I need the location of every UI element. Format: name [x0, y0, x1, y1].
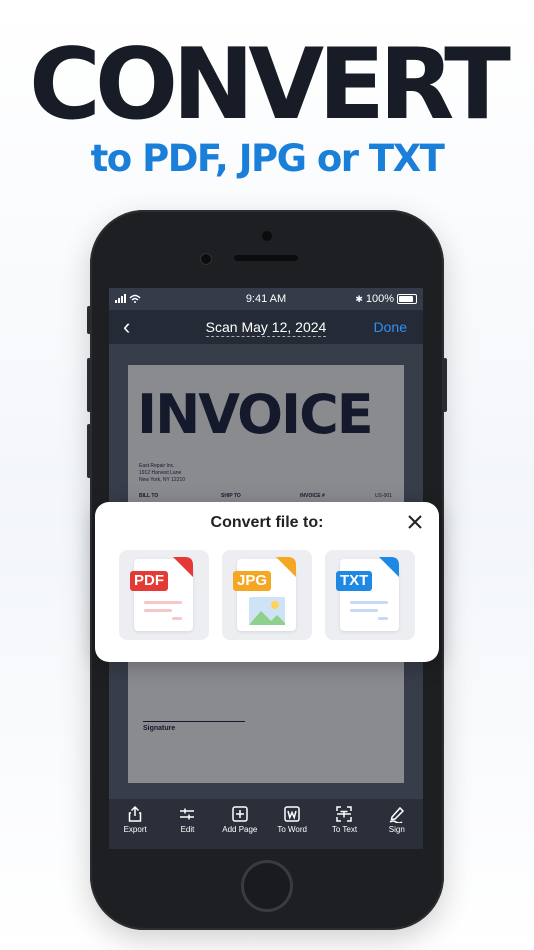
- bluetooth-icon: ✱: [355, 293, 363, 304]
- convert-modal: Convert file to: PDF JPG TXT: [95, 502, 439, 662]
- ship-to-label: SHIP TO: [221, 493, 241, 499]
- hero-headline: CONVERT: [29, 28, 511, 142]
- edit-button[interactable]: Edit: [163, 799, 211, 849]
- add-page-button[interactable]: Add Page: [216, 799, 264, 849]
- battery-icon: [397, 294, 417, 304]
- volume-up-button: [87, 358, 91, 412]
- company-name: East Repair Inc.: [139, 463, 175, 469]
- earpiece-speaker: [234, 255, 298, 261]
- txt-line: [350, 601, 388, 604]
- to-word-label: To Word: [277, 825, 307, 834]
- export-button[interactable]: Export: [111, 799, 159, 849]
- add-page-label: Add Page: [222, 825, 258, 834]
- pdf-line: [144, 601, 182, 604]
- plus-square-icon: [232, 806, 248, 822]
- bottom-toolbar: Export Edit Add Page To Word To Text Sig…: [109, 799, 423, 849]
- convert-to-pdf-option[interactable]: PDF: [119, 550, 209, 640]
- modal-title: Convert file to:: [210, 514, 324, 531]
- volume-down-button: [87, 424, 91, 478]
- company-address: East Repair Inc. 1912 Harvest Lane New Y…: [139, 463, 185, 484]
- done-button[interactable]: Done: [374, 319, 407, 335]
- nav-bar: ‹ Scan May 12, 2024 Done: [109, 310, 423, 344]
- txt-line: [378, 617, 388, 620]
- home-button[interactable]: [241, 860, 293, 912]
- signature-label: Signature: [143, 725, 176, 732]
- pdf-line: [144, 609, 172, 612]
- sign-button[interactable]: Sign: [373, 799, 421, 849]
- sensor-dot: [200, 253, 212, 265]
- sign-label: Sign: [388, 825, 405, 834]
- company-street: 1912 Harvest Lane: [139, 470, 182, 476]
- bill-to-label: BILL TO: [139, 493, 159, 499]
- convert-to-txt-option[interactable]: TXT: [325, 550, 415, 640]
- word-icon: [284, 806, 300, 822]
- pdf-line: [172, 617, 182, 620]
- jpg-file-icon: JPG: [233, 557, 296, 631]
- invoice-number-label: INVOICE #: [300, 493, 325, 499]
- battery-percent: 100%: [365, 293, 394, 305]
- to-text-label: To Text: [331, 825, 358, 834]
- front-camera: [262, 231, 272, 241]
- pdf-file-icon: PDF: [130, 557, 193, 631]
- scan-title-text[interactable]: Scan May 12, 2024: [205, 319, 327, 337]
- convert-to-jpg-option[interactable]: JPG: [222, 550, 312, 640]
- txt-file-icon: TXT: [336, 557, 399, 631]
- hero-subline: to PDF, JPG or TXT: [90, 137, 445, 180]
- invoice-number: US-001: [375, 493, 392, 499]
- company-city: New York, NY 12210: [139, 477, 186, 483]
- status-right: ✱ 100%: [355, 293, 417, 305]
- close-icon[interactable]: [403, 510, 427, 534]
- pen-icon: [389, 806, 404, 823]
- edit-label: Edit: [180, 825, 195, 834]
- pdf-tag: PDF: [130, 571, 168, 591]
- signature-line: [143, 721, 245, 722]
- to-word-button[interactable]: To Word: [268, 799, 316, 849]
- mute-switch: [87, 306, 91, 334]
- to-text-button[interactable]: To Text: [320, 799, 368, 849]
- txt-tag: TXT: [336, 571, 373, 591]
- image-thumbnail-icon: [249, 597, 285, 625]
- export-label: Export: [123, 825, 147, 834]
- scan-text-icon: [336, 806, 353, 822]
- share-icon: [128, 805, 142, 822]
- status-bar: 9:41 AM ✱ 100%: [109, 288, 423, 310]
- sliders-icon: [180, 808, 195, 820]
- txt-line: [350, 609, 378, 612]
- invoice-title: INVOICE: [137, 383, 374, 446]
- power-button: [443, 358, 447, 412]
- jpg-tag: JPG: [233, 571, 272, 591]
